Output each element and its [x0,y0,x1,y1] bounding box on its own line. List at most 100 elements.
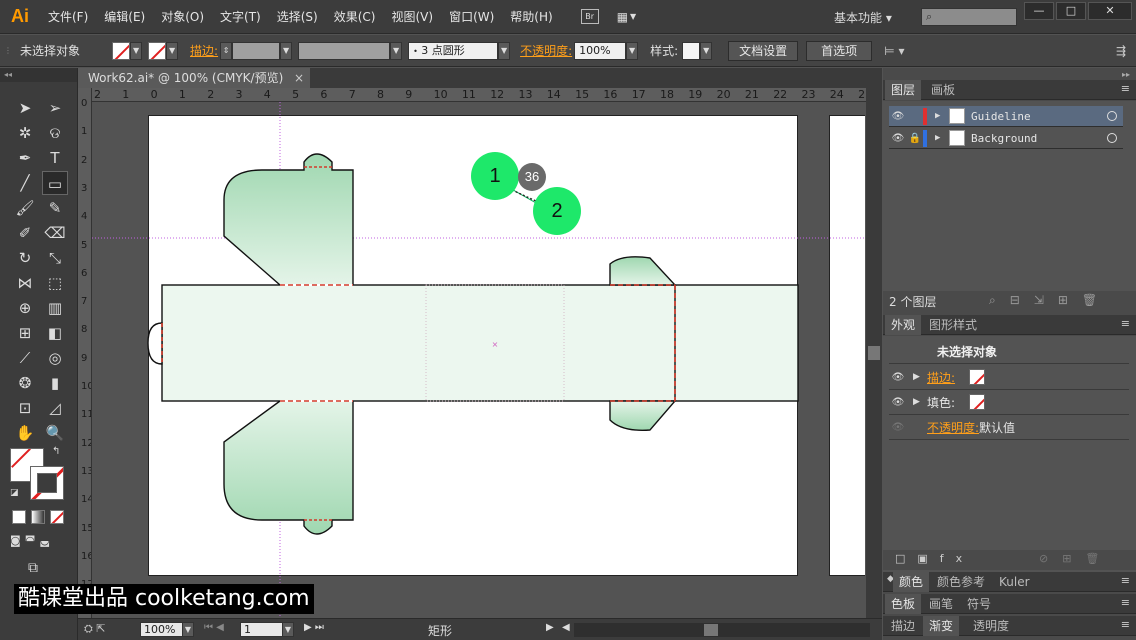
appearance-footer-icons[interactable]: □▣fx [895,552,974,565]
tab-gradient[interactable]: 渐变 [923,616,960,636]
rotate-tool-icon[interactable]: ↻ [12,246,38,270]
opacity-label[interactable]: 不透明度: [520,42,572,59]
free-transform-tool-icon[interactable]: ⬚ [42,271,68,295]
artboard-number-field[interactable]: 1 [240,622,284,637]
artboard-dropdown[interactable]: ▼ [282,622,294,637]
mesh-tool-icon[interactable]: ⊞ [12,321,38,345]
fill-swatch[interactable] [112,41,131,60]
vertical-ruler[interactable]: 01234567891011121314151617 [78,88,92,618]
search-input[interactable]: ⌕ [921,8,1017,26]
stroke-dropdown[interactable]: ▼ [166,41,179,60]
appearance-stroke-swatch[interactable] [969,369,986,385]
brush-dropdown[interactable]: ▼ [498,41,511,60]
tab-color-guide[interactable]: 颜色参考 [931,572,991,592]
panel-menu-icon[interactable]: ⇶ [1116,44,1126,58]
symbol-sprayer-tool-icon[interactable]: ❂ [12,371,38,395]
variable-width-dropdown[interactable]: ▼ [390,41,403,60]
menu-view[interactable]: 视图(V) [383,0,441,34]
tab-stroke[interactable]: 描边 [885,616,921,636]
tab-artboards[interactable]: 画板 [925,80,961,100]
top-flap[interactable] [223,153,354,286]
bridge-button[interactable]: Br [580,9,599,24]
stroke-swatch[interactable] [148,41,167,60]
pencil-tool-icon[interactable]: ✎ [42,196,68,220]
appearance-fill-row[interactable]: 👁 ▶ 填色: [889,390,1129,415]
status-menu-arrow[interactable]: ▶ [546,622,554,633]
bottom-flap[interactable] [223,400,354,535]
right-top-tab[interactable] [609,256,677,286]
expand-triangle-icon[interactable]: ▶ [913,397,927,407]
menu-edit[interactable]: 编辑(E) [96,0,153,34]
document-tab[interactable]: Work62.ai* @ 100% (CMYK/预览) × [78,68,310,88]
tab-color[interactable]: 颜色 [893,572,930,592]
tab-graphic-styles[interactable]: 图形样式 [923,315,983,335]
type-tool-icon[interactable]: T [42,146,68,170]
stroke-label[interactable]: 描边: [190,42,218,59]
h-scroll-thumb[interactable] [704,624,718,636]
lock-icon[interactable]: 🔒 [907,133,923,144]
artboard-tool-icon[interactable]: ⊡ [12,396,38,420]
zoom-dropdown[interactable]: ▼ [182,622,194,637]
width-tool-icon[interactable]: ⋈ [12,271,38,295]
selection-tool-icon[interactable]: ➤ [12,96,38,120]
vertical-scrollbar[interactable] [866,88,882,618]
gradient-tool-icon[interactable]: ◧ [42,321,68,345]
expand-triangle-icon[interactable]: ▶ [913,372,927,382]
brush-field[interactable]: • 3 点圆形 [408,41,499,60]
paintbrush-tool-icon[interactable]: 🖌 [12,196,38,220]
stroke-color-swatch[interactable] [30,466,64,500]
arrange-documents-button[interactable]: ▦ ▼ [617,9,643,25]
zoom-tool-icon[interactable]: 🔍 [42,421,68,445]
layer-row-guideline[interactable]: 👁 ▶ Guideline [889,106,1123,127]
document-setup-button[interactable]: 文档设置 [728,40,799,61]
slice-tool-icon[interactable]: ◿ [42,396,68,420]
appearance-panel-menu-icon[interactable]: ≡ [1121,317,1130,330]
stroke-weight-stepper[interactable]: ⇕ [220,41,233,60]
style-dropdown[interactable]: ▼ [700,41,713,60]
rectangle-tool-icon[interactable]: ▭ [42,171,68,195]
close-window-button[interactable]: ✕ [1088,2,1132,20]
scroll-thumb[interactable] [868,346,880,360]
tab-appearance[interactable]: 外观 [885,315,922,335]
visibility-eye-icon-dim[interactable]: 👁 [889,422,907,433]
line-tool-icon[interactable]: ╱ [12,171,38,195]
scroll-left-arrow[interactable]: ◀ [562,622,570,633]
gradient-mode-icon[interactable] [31,510,45,524]
left-tab[interactable] [147,322,163,365]
lasso-tool-icon[interactable]: ଡ [42,121,68,145]
draw-inside-icon[interactable]: ◛ [39,534,50,547]
tab-kuler[interactable]: Kuler [993,572,1036,592]
close-tab-icon[interactable]: × [294,68,304,88]
direct-selection-tool-icon[interactable]: ➢ [42,96,68,120]
blob-brush-tool-icon[interactable]: ✐ [12,221,38,245]
layer-target-icon[interactable] [1107,111,1117,121]
variable-width-field[interactable] [298,41,391,60]
layer-actions-icons[interactable]: ⌕⊟⇲⊞🗑 [989,293,1111,308]
layers-panel-menu-icon[interactable]: ≡ [1121,82,1130,95]
menu-help[interactable]: 帮助(H) [502,0,560,34]
horizontal-ruler[interactable]: 2 1 0 1 2 3 4 5 6 7 8 9 10 11 12 13 14 15 16 17 18 19 20 21 22 23… [92,88,868,102]
status-icons[interactable]: ⛭ ⇱ [84,622,106,636]
maximize-button[interactable]: □ [1056,2,1086,20]
dock-grip[interactable]: ▸▸ [1122,70,1130,79]
align-icon[interactable]: ⊨ ▾ [884,44,904,58]
layer-row-background[interactable]: 👁 🔒 ▶ Background [889,128,1123,149]
tools-collapse-icon[interactable]: ◂◂ [0,68,77,82]
shape-builder-tool-icon[interactable]: ⊕ [12,296,38,320]
menu-file[interactable]: 文件(F) [40,0,96,34]
magic-wand-tool-icon[interactable]: ✲ [12,121,38,145]
appearance-stroke-row[interactable]: 👁 ▶ 描边: [889,365,1129,390]
horizontal-scrollbar[interactable] [574,623,870,637]
right-bottom-tab[interactable] [609,400,677,431]
visibility-eye-icon[interactable]: 👁 [889,397,907,408]
draw-behind-icon[interactable]: ◚ [25,534,36,547]
expand-triangle-icon[interactable]: ▶ [935,111,949,121]
first-artboard-icon[interactable]: ⏮ ◀ [204,622,224,633]
screen-mode-icon[interactable]: ⧉ [28,560,38,576]
fill-dropdown[interactable]: ▼ [130,41,143,60]
hand-tool-icon[interactable]: ✋ [12,421,38,445]
stroke-weight-dropdown[interactable]: ▼ [280,41,293,60]
opacity-field[interactable]: 100% [574,41,627,60]
menu-object[interactable]: 对象(O) [153,0,212,34]
menu-type[interactable]: 文字(T) [212,0,269,34]
